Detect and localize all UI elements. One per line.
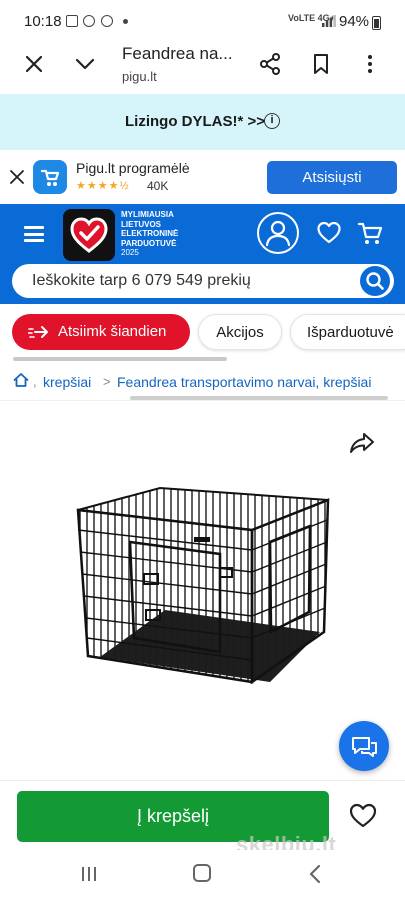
arrow-right-icon xyxy=(28,326,48,338)
logo-tagline-line: LIETUVOS xyxy=(121,219,162,229)
chevron-right-icon: > xyxy=(103,374,111,389)
logo-year: 2025 xyxy=(121,248,139,257)
share-icon[interactable] xyxy=(258,52,282,76)
signal-icon xyxy=(322,15,336,27)
logo-tagline-line: PARDUOTUVĖ xyxy=(121,238,177,248)
app-install-banner: Pigu.lt programėlė ★★★★½ 40K Atsisiųsti xyxy=(0,150,405,204)
deals-button[interactable]: Akcijos xyxy=(198,314,282,350)
chat-icon[interactable] xyxy=(339,721,389,771)
recent-apps-icon[interactable] xyxy=(80,866,98,882)
home-button[interactable] xyxy=(193,864,211,882)
heart-icon[interactable] xyxy=(316,220,342,246)
home-icon[interactable] xyxy=(13,372,29,388)
more-notifications-dot xyxy=(123,19,128,24)
system-nav-bar xyxy=(0,850,405,900)
chevron-down-icon[interactable] xyxy=(73,52,97,76)
app-name: Pigu.lt programėlė xyxy=(76,160,190,176)
site-logo[interactable] xyxy=(63,209,115,261)
close-icon[interactable] xyxy=(9,169,25,185)
user-icon[interactable] xyxy=(257,212,299,254)
app-rating-count: 40K xyxy=(147,179,169,193)
browser-toolbar: Feandrea na... pigu.lt xyxy=(0,44,405,94)
battery-icon xyxy=(372,16,381,30)
logo-tagline-line: MYLIMIAUSIA xyxy=(121,210,174,219)
breadcrumb: , krepšiai > Feandrea transportavimo nar… xyxy=(0,365,405,399)
heart-icon[interactable] xyxy=(349,803,377,829)
search-input[interactable] xyxy=(32,264,352,298)
breadcrumb-separator: , xyxy=(33,374,37,389)
pigu-app-icon xyxy=(33,160,67,194)
site-header: MYLIMIAUSIA LIETUVOS ELEKTRONINĖ PARDUOT… xyxy=(0,204,405,304)
app-download-button[interactable]: Atsisiųsti xyxy=(267,161,397,194)
search-bar xyxy=(12,264,394,298)
logo-tagline-line: ELEKTRONINĖ xyxy=(121,229,179,238)
info-icon[interactable]: i xyxy=(264,113,280,129)
breadcrumb-current[interactable]: Feandrea transportavimo narvai, krepšiai xyxy=(117,374,371,390)
app-rating-stars: ★★★★½ xyxy=(76,180,130,192)
browser-domain: pigu.lt xyxy=(122,69,157,84)
bookmark-icon[interactable] xyxy=(309,52,333,76)
accessibility-notification-icon xyxy=(101,15,113,27)
divider xyxy=(0,400,405,401)
promo-text[interactable]: Lizingo DYLAS!* >> xyxy=(125,113,265,130)
pills-scrollbar[interactable] xyxy=(13,357,227,361)
share-arrow-icon[interactable] xyxy=(348,429,376,457)
logo-tagline: MYLIMIAUSIA LIETUVOS ELEKTRONINĖ PARDUOT… xyxy=(121,210,178,258)
more-vert-icon[interactable] xyxy=(358,52,382,76)
cart-icon[interactable] xyxy=(357,220,383,246)
promo-banner[interactable]: Lizingo DYLAS!* >> i xyxy=(0,94,405,150)
browser-page-title: Feandrea na... xyxy=(122,44,233,63)
product-image[interactable] xyxy=(70,482,340,696)
status-time: 10:18 xyxy=(24,13,62,30)
pickup-today-label: Atsiimk šiandien xyxy=(58,323,167,340)
close-icon[interactable] xyxy=(22,52,46,76)
pickup-today-button[interactable]: Atsiimk šiandien xyxy=(12,314,190,350)
sale-button[interactable]: Išparduotuvė xyxy=(290,314,405,350)
status-bar: 10:18 VoLTE 4G+ 94% xyxy=(0,0,405,44)
battery-percent: 94% xyxy=(339,13,370,30)
quick-links: Atsiimk šiandien Akcijos Išparduotuvė xyxy=(0,314,405,361)
breadcrumb-category[interactable]: krepšiai xyxy=(43,374,91,390)
alert-notification-icon xyxy=(83,15,95,27)
search-icon[interactable] xyxy=(360,266,390,296)
gallery-notification-icon xyxy=(66,15,78,27)
product-action-bar: Į krepšelį xyxy=(0,780,405,850)
back-icon[interactable] xyxy=(308,864,322,884)
menu-icon[interactable] xyxy=(24,226,44,242)
